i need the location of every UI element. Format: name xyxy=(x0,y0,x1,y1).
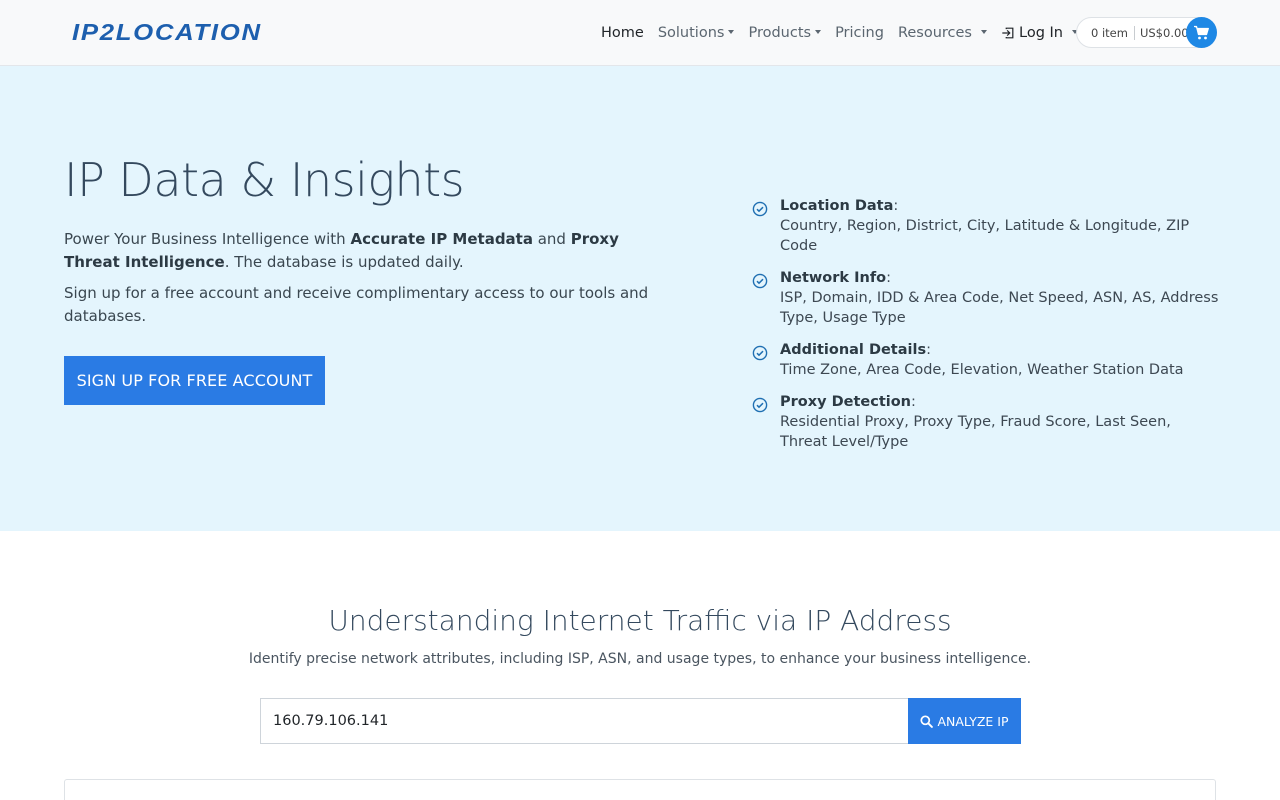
feature-proxy: Proxy Detection: Residential Proxy, Prox… xyxy=(752,392,1222,452)
nav-resources-label: Resources xyxy=(897,25,972,41)
hero-text-segment: and xyxy=(532,230,571,248)
nav-solutions[interactable]: Solutions xyxy=(651,25,742,41)
cart-item-count: 0 item xyxy=(1077,25,1135,40)
check-circle-icon xyxy=(752,345,768,361)
lookup-title: Understanding Internet Traffic via IP Ad… xyxy=(328,604,952,637)
search-icon xyxy=(920,714,934,728)
chevron-down-icon xyxy=(728,30,735,34)
feature-network: Network Info: ISP, Domain, IDD & Area Co… xyxy=(752,268,1222,328)
hero-text-segment: . The database is updated daily. xyxy=(224,253,464,271)
hero-signup-text: Sign up for a free account and receive c… xyxy=(64,284,649,325)
ip-address-input[interactable] xyxy=(260,698,908,744)
nav-solutions-label: Solutions xyxy=(657,25,725,41)
chevron-down-icon xyxy=(981,30,987,34)
hero-title: IP Data & Insights xyxy=(64,153,465,207)
cart-widget[interactable]: 0 item US$0.00 xyxy=(1076,17,1217,48)
cart-button[interactable] xyxy=(1186,17,1217,48)
check-circle-icon xyxy=(752,397,768,413)
feature-text: Residential Proxy, Proxy Type, Fraud Sco… xyxy=(780,414,1171,450)
signup-button[interactable]: SIGN UP FOR FREE ACCOUNT xyxy=(64,356,325,405)
nav-products[interactable]: Products xyxy=(741,25,828,41)
nav-login-label: Log In xyxy=(1019,25,1063,41)
hero-description: Power Your Business Intelligence with Ac… xyxy=(64,228,654,274)
hero-text-segment: Power Your Business Intelligence with xyxy=(64,230,351,248)
nav-home[interactable]: Home xyxy=(594,25,651,41)
feature-title: Location Data xyxy=(780,198,894,214)
cart-total: US$0.00 xyxy=(1139,25,1189,40)
main-nav: Home Solutions Products Pricing Resource… xyxy=(594,20,1085,46)
feature-title: Network Info xyxy=(780,270,887,286)
login-icon xyxy=(1002,27,1014,39)
lookup-subtitle: Identify precise network attributes, inc… xyxy=(248,651,1032,667)
analyze-ip-label: ANALYZE IP xyxy=(937,713,1009,729)
nav-resources[interactable]: Resources xyxy=(891,25,994,41)
feature-title: Additional Details xyxy=(780,342,927,358)
check-circle-icon xyxy=(752,273,768,289)
result-panel xyxy=(64,779,1216,800)
feature-text: ISP, Domain, IDD & Area Code, Net Speed,… xyxy=(780,290,1219,326)
hero-bold-metadata: Accurate IP Metadata xyxy=(350,230,533,248)
hero-section: IP Data & Insights Power Your Business I… xyxy=(0,66,1280,531)
analyze-ip-button[interactable]: ANALYZE IP xyxy=(908,698,1021,744)
nav-home-label: Home xyxy=(601,25,644,41)
nav-pricing-label: Pricing xyxy=(835,25,884,41)
feature-additional: Additional Details: Time Zone, Area Code… xyxy=(752,340,1222,380)
feature-location: Location Data: Country, Region, District… xyxy=(752,196,1222,256)
chevron-down-icon xyxy=(815,30,822,34)
nav-pricing[interactable]: Pricing xyxy=(828,25,891,41)
feature-text: Time Zone, Area Code, Elevation, Weather… xyxy=(780,362,1184,378)
feature-list: Location Data: Country, Region, District… xyxy=(752,196,1222,452)
nav-products-label: Products xyxy=(748,25,812,41)
nav-login[interactable]: Log In xyxy=(994,25,1085,41)
logo-text: IP2LOCATION xyxy=(72,18,262,45)
check-circle-icon xyxy=(752,201,768,217)
cart-icon xyxy=(1194,25,1209,39)
feature-title: Proxy Detection xyxy=(780,394,912,410)
top-navbar: IP2LOCATION Home Solutions Products Pric… xyxy=(0,0,1280,66)
logo[interactable]: IP2LOCATION xyxy=(72,19,260,45)
feature-text: Country, Region, District, City, Latitud… xyxy=(780,218,1190,254)
